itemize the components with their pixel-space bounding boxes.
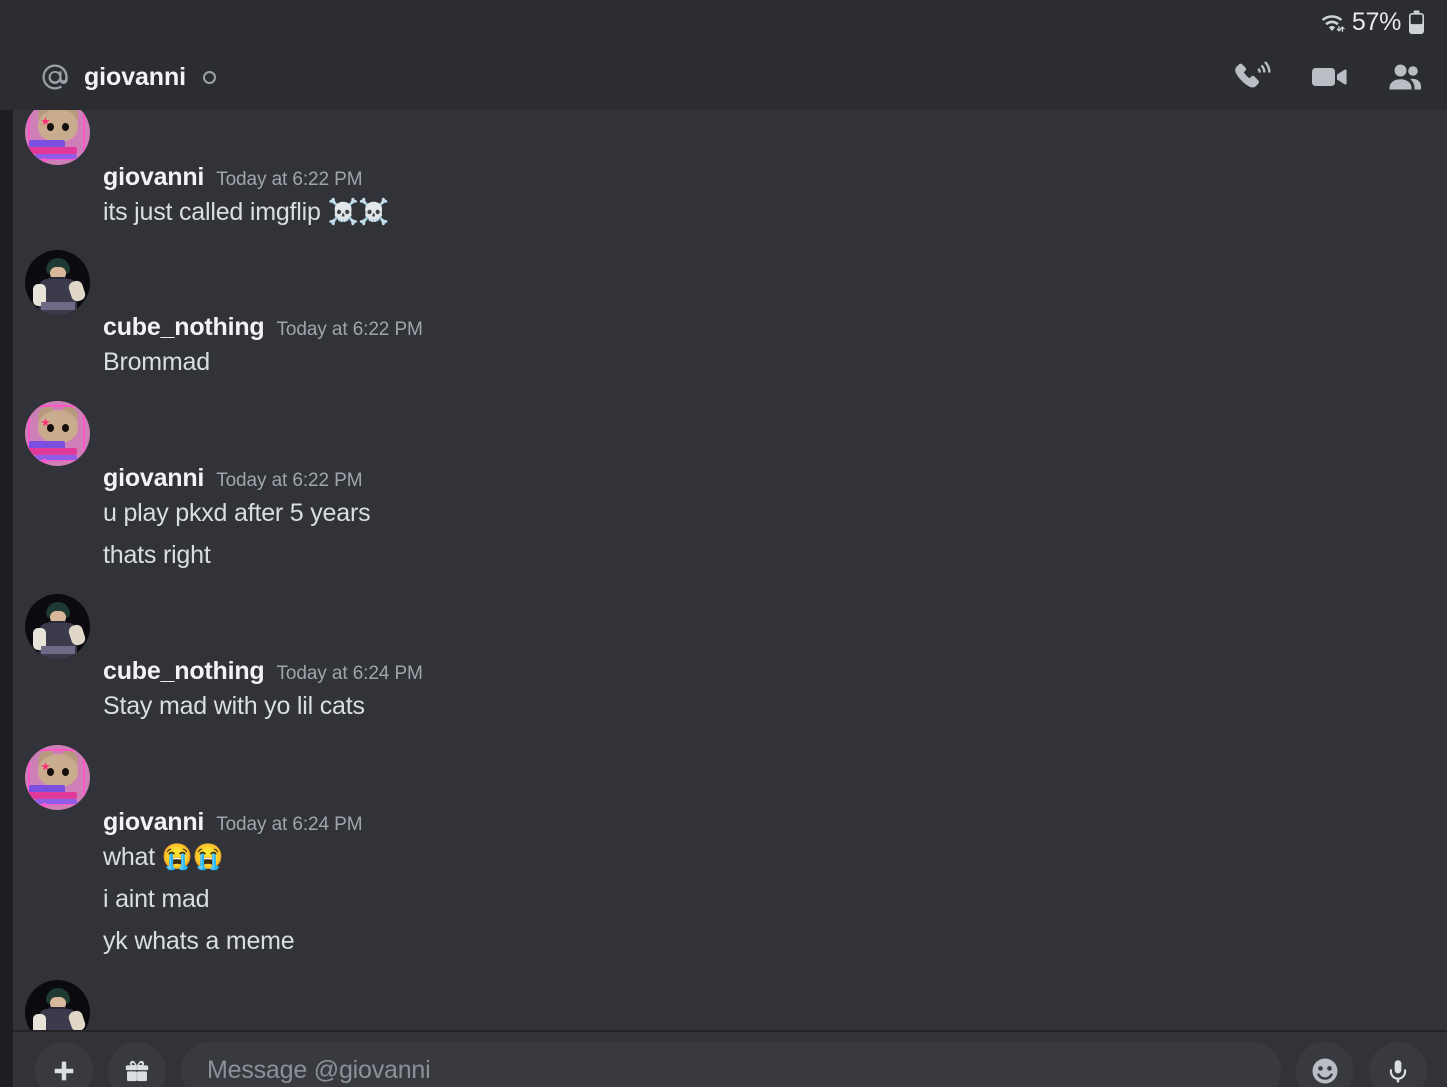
gift-icon (125, 1060, 149, 1081)
people-icon[interactable] (1385, 60, 1425, 94)
server-rail-edge[interactable] (0, 0, 13, 1087)
avatar[interactable] (25, 745, 90, 810)
status-badge (202, 70, 216, 84)
battery-icon (1408, 10, 1425, 35)
channel-header: giovanni (0, 44, 1447, 110)
message-author[interactable]: giovanni (103, 810, 204, 835)
system-status-bar: 57% (0, 0, 1447, 44)
video-camera-icon[interactable] (1309, 60, 1349, 94)
discord-dm-screen: 57% giovanni giovanni Today at 6:22 PM i… (0, 0, 1447, 1087)
smiley-icon (1312, 1058, 1338, 1083)
add-attachment-button[interactable] (35, 1041, 93, 1087)
message-text: u play pkxd after 5 years (103, 499, 371, 527)
avatar[interactable] (25, 594, 90, 659)
message-text: Brommad (103, 348, 210, 376)
message-timestamp: Today at 6:22 PM (276, 319, 423, 340)
plus-icon (54, 1061, 74, 1080)
message-author[interactable]: giovanni (103, 165, 204, 190)
message-text: thats right (103, 541, 211, 569)
message-group: cube_nothing Today at 6:24 PM Stay mad k… (13, 980, 1447, 1030)
channel-title-group[interactable]: giovanni (40, 62, 1233, 92)
phone-call-icon[interactable] (1233, 60, 1273, 94)
message-input-placeholder: Message @giovanni (207, 1056, 431, 1084)
message-text: yk whats a meme (103, 927, 295, 955)
message-group: cube_nothing Today at 6:24 PM Stay mad w… (13, 594, 1447, 726)
microphone-icon (1389, 1059, 1407, 1082)
message-header: giovanni Today at 6:22 PM (103, 165, 1447, 190)
message-text: Stay mad with yo lil cats (103, 692, 365, 720)
gift-button[interactable] (108, 1041, 166, 1087)
message-author[interactable]: giovanni (103, 466, 204, 491)
message-composer: Message @giovanni (13, 1032, 1447, 1087)
message-timestamp: Today at 6:22 PM (216, 169, 363, 190)
battery-percentage: 57% (1351, 7, 1401, 36)
message-text: i aint mad (103, 885, 210, 913)
message-header: giovanni Today at 6:24 PM (103, 810, 1447, 835)
at-icon (40, 62, 70, 92)
message-group: giovanni Today at 6:22 PM u play pkxd af… (13, 401, 1447, 575)
message-text: its just called imgflip ☠️☠️ (103, 198, 390, 226)
message-timestamp: Today at 6:24 PM (276, 663, 423, 684)
message-author[interactable]: cube_nothing (103, 315, 265, 340)
voice-message-button[interactable] (1369, 1041, 1427, 1087)
wifi-data-icon (1319, 11, 1345, 33)
message-header: giovanni Today at 6:22 PM (103, 466, 1447, 491)
avatar[interactable] (25, 250, 90, 315)
avatar[interactable] (25, 401, 90, 466)
message-header: cube_nothing Today at 6:24 PM (103, 659, 1447, 684)
message-timestamp: Today at 6:22 PM (216, 470, 363, 491)
header-actions (1233, 60, 1425, 94)
message-group: giovanni Today at 6:22 PM its just calle… (13, 110, 1447, 232)
message-header: cube_nothing Today at 6:22 PM (103, 315, 1447, 340)
avatar[interactable] (25, 980, 90, 1030)
composer-right-actions (1296, 1031, 1427, 1087)
message-author[interactable]: cube_nothing (103, 659, 265, 684)
emoji-button[interactable] (1296, 1041, 1354, 1087)
page-title: giovanni (84, 62, 186, 91)
message-timestamp: Today at 6:24 PM (216, 814, 363, 835)
avatar[interactable] (25, 110, 90, 165)
message-list[interactable]: giovanni Today at 6:22 PM its just calle… (13, 110, 1447, 1030)
message-group: giovanni Today at 6:24 PM what 😭😭 i aint… (13, 745, 1447, 961)
message-text: what 😭😭 (103, 843, 224, 871)
status-indicators: 57% (1319, 8, 1425, 37)
message-input[interactable]: Message @giovanni (181, 1041, 1281, 1087)
message-group: cube_nothing Today at 6:22 PM Brommad (13, 250, 1447, 382)
